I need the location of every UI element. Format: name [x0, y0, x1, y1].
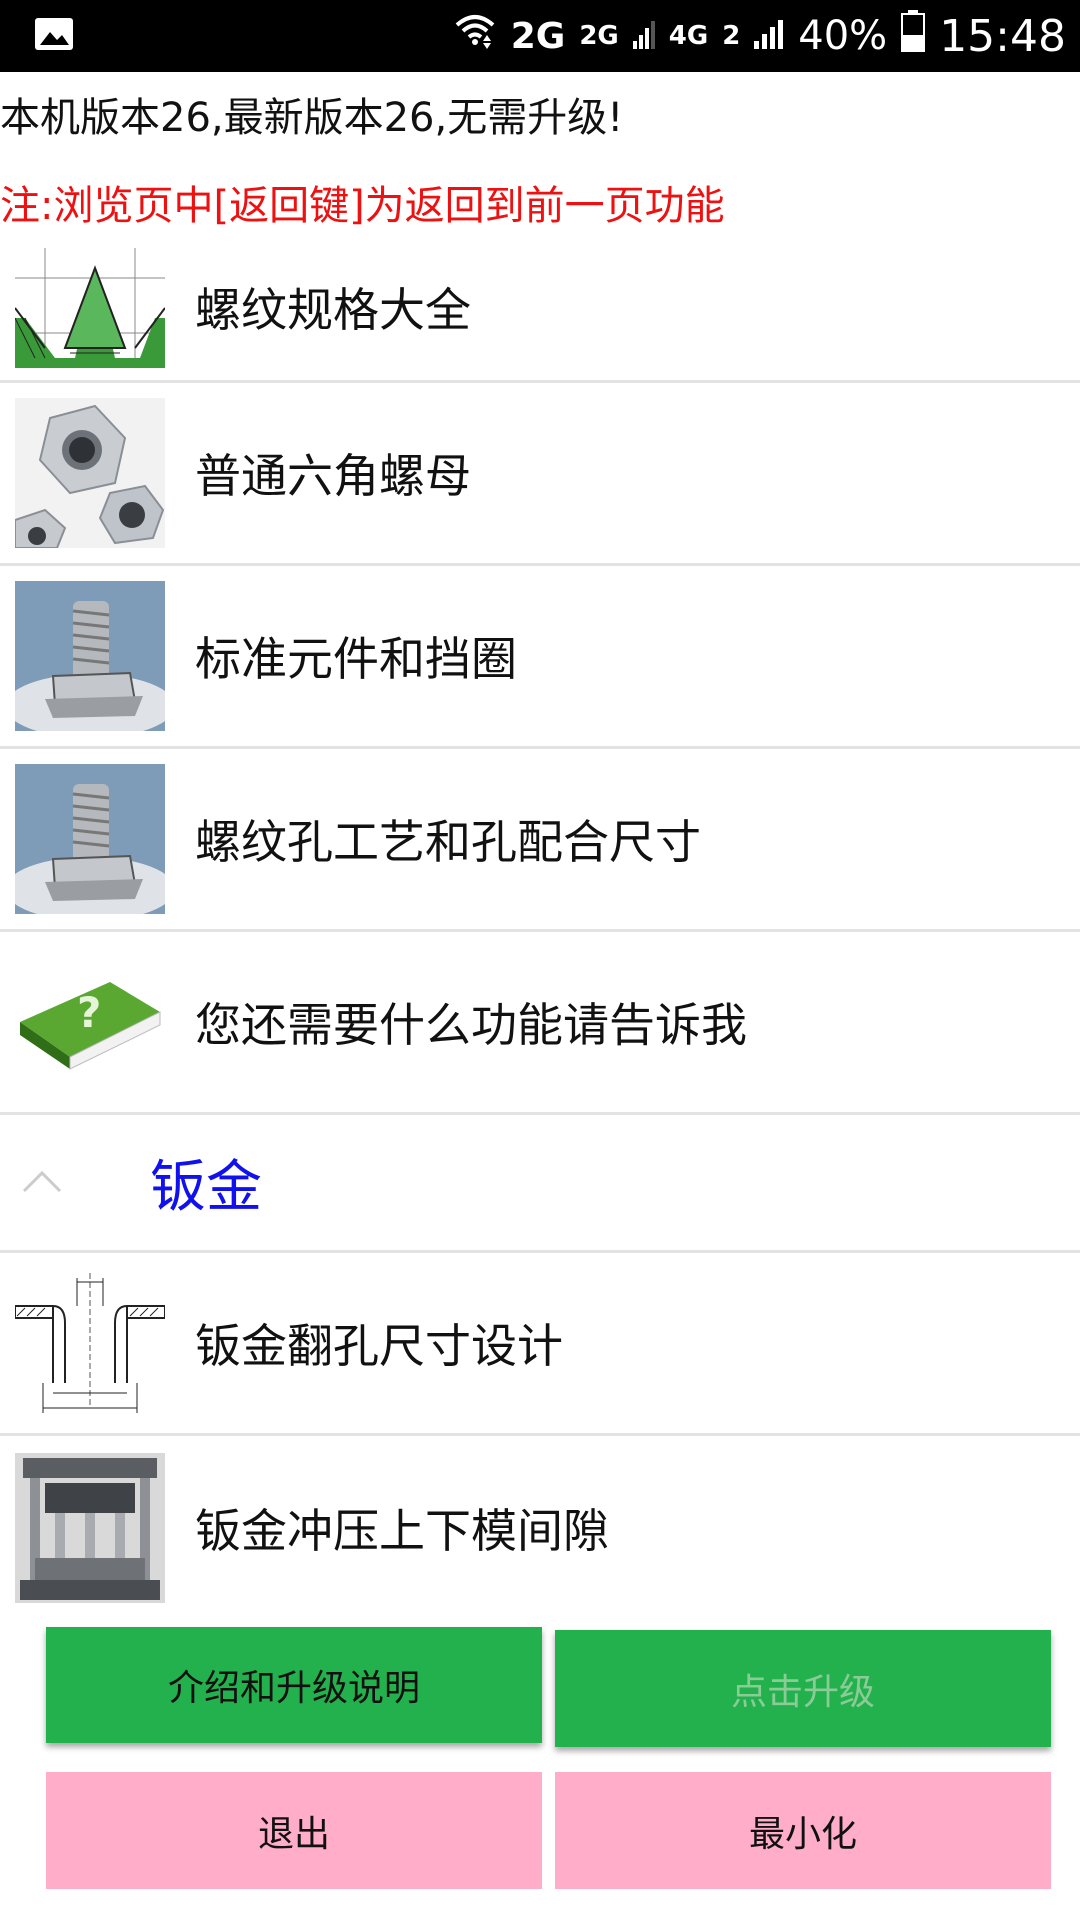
list-item[interactable]: 螺纹孔工艺和孔配合尺寸	[0, 749, 1080, 932]
signal-icon	[632, 13, 655, 59]
wifi-icon	[453, 11, 497, 61]
list-item[interactable]: ? 您还需要什么功能请告诉我	[0, 932, 1080, 1115]
feature-list: 螺纹规格大全 普通六角螺母 标准元件和挡圈 螺纹孔工艺和孔配合尺寸 ? 您还需要…	[0, 245, 1080, 1619]
list-item-label: 钣金翻孔尺寸设计	[195, 1319, 563, 1373]
section-title: 钣金	[150, 1155, 262, 1220]
minimize-button[interactable]: 最小化	[555, 1772, 1051, 1889]
chevron-up-icon[interactable]	[22, 1169, 82, 1197]
status-bar: 2G 2G 4G 2 40% 15:48	[0, 0, 1080, 72]
list-item[interactable]: 钣金翻孔尺寸设计	[0, 1253, 1080, 1436]
list-item[interactable]: 钣金冲压上下模间隙	[0, 1436, 1080, 1619]
version-info: 本机版本26,最新版本26,无需升级!	[0, 95, 624, 141]
list-item-label: 标准元件和挡圈	[195, 632, 517, 686]
bolt-icon	[15, 581, 165, 731]
list-item[interactable]: 普通六角螺母	[0, 383, 1080, 566]
section-header-sheet-metal[interactable]: 钣金	[0, 1115, 1080, 1253]
battery-icon	[901, 10, 926, 62]
navigation-note: 注:浏览页中[返回键]为返回到前一页功能	[0, 183, 725, 229]
hex-nut-icon	[15, 398, 165, 548]
svg-text:?: ?	[77, 988, 101, 1037]
thread-spec-diagram-icon	[15, 248, 165, 368]
list-item-label: 钣金冲压上下模间隙	[195, 1503, 609, 1558]
network-2g-label: 2G	[510, 15, 566, 57]
upgrade-button-label: 点击升级	[730, 1671, 875, 1713]
list-item-label: 您还需要什么功能请告诉我	[195, 998, 747, 1052]
signal-icon-2	[754, 13, 784, 59]
list-item-label: 螺纹规格大全	[195, 283, 471, 337]
exit-button[interactable]: 退出	[46, 1772, 542, 1889]
battery-percent: 40%	[798, 13, 888, 59]
flange-hole-diagram-icon	[15, 1268, 165, 1418]
upgrade-button[interactable]: 点击升级	[555, 1630, 1051, 1747]
green-help-book-icon: ?	[15, 947, 165, 1097]
list-item[interactable]: 螺纹规格大全	[0, 245, 1080, 383]
image-icon	[34, 17, 74, 55]
list-item-label: 普通六角螺母	[195, 449, 471, 503]
list-item[interactable]: 标准元件和挡圈	[0, 566, 1080, 749]
clock: 15:48	[939, 10, 1066, 62]
network-2-small-label: 2	[722, 21, 741, 51]
list-item-label: 螺纹孔工艺和孔配合尺寸	[195, 815, 701, 869]
press-die-icon	[15, 1452, 165, 1603]
intro-and-upgrade-info-button[interactable]: 介绍和升级说明	[46, 1627, 542, 1743]
network-2g-small-label: 2G	[579, 21, 619, 51]
bolt-icon	[15, 764, 165, 914]
network-4g-label: 4G	[668, 21, 709, 51]
